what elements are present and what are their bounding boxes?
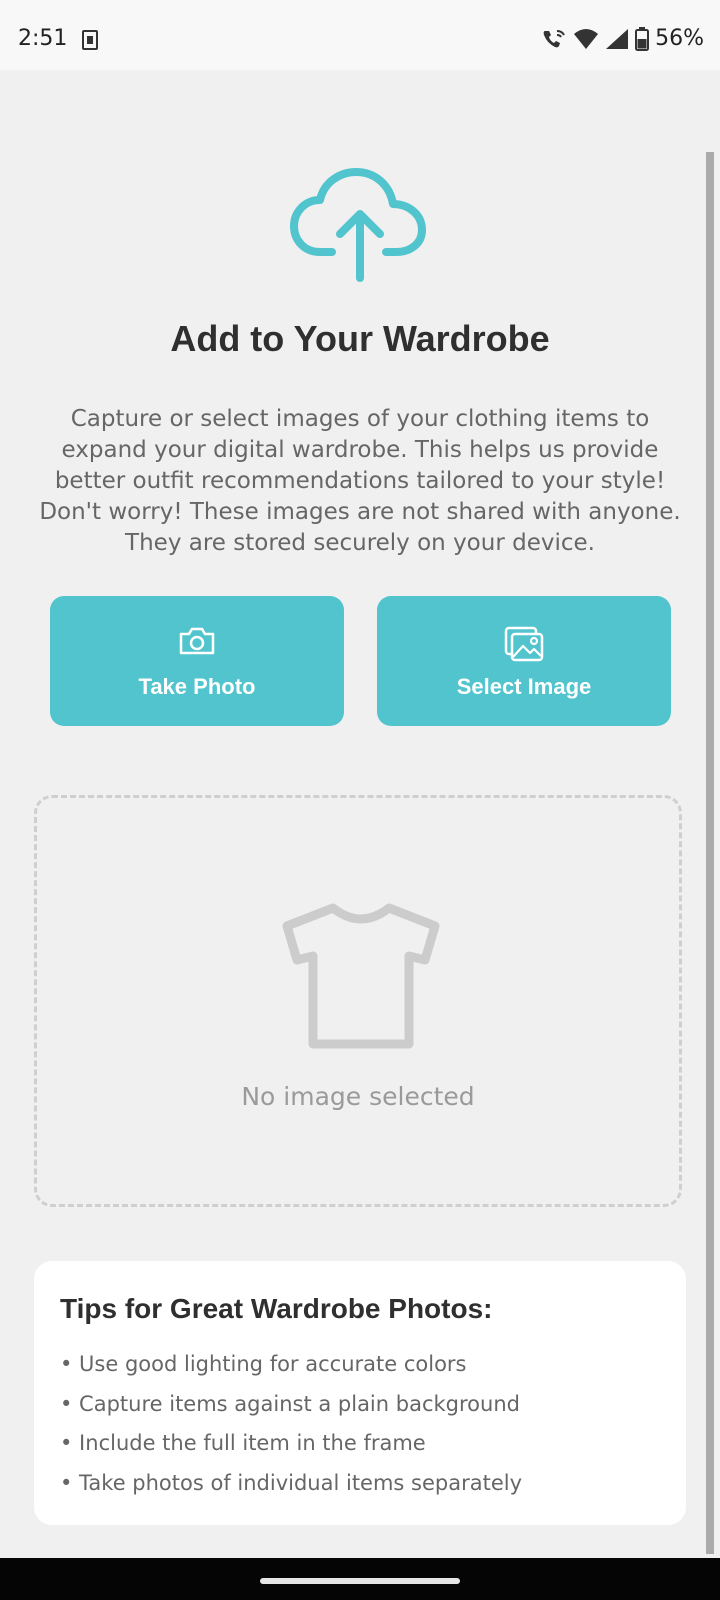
tips-list: • Use good lighting for accurate colors …	[60, 1345, 522, 1503]
page-description: Capture or select images of your clothin…	[39, 406, 681, 556]
navigation-bar	[0, 1558, 720, 1600]
image-preview-area: No image selected	[34, 795, 682, 1207]
camera-icon	[179, 627, 215, 655]
take-photo-button[interactable]: Take Photo	[50, 596, 344, 726]
tip-item: • Use good lighting for accurate colors	[60, 1352, 467, 1376]
tip-item: • Capture items against a plain backgrou…	[60, 1391, 520, 1416]
no-image-text: No image selected	[241, 1082, 475, 1111]
status-indicators: 56%	[541, 26, 704, 51]
page-title: Add to Your Wardrobe	[170, 318, 550, 359]
sim-card-icon	[82, 30, 98, 50]
tips-title: Tips for Great Wardrobe Photos:	[60, 1293, 493, 1324]
gallery-icon	[504, 626, 544, 662]
tip-item: • Take photos of individual items separa…	[60, 1470, 523, 1495]
select-image-label: Select Image	[456, 674, 592, 699]
select-image-button[interactable]: Select Image	[377, 596, 671, 726]
status-time: 2:51	[18, 26, 68, 51]
take-photo-label: Take Photo	[138, 674, 256, 699]
wifi-icon	[574, 28, 599, 49]
battery-icon	[635, 26, 650, 51]
tips-card: Tips for Great Wardrobe Photos: • Use go…	[34, 1261, 686, 1525]
status-bar: 2:51 56%	[0, 0, 720, 70]
scrollbar[interactable]	[706, 152, 714, 1554]
battery-percent: 56%	[655, 26, 704, 51]
home-gesture-handle[interactable]	[260, 1578, 460, 1584]
signal-icon	[606, 28, 629, 49]
wifi-calling-icon	[543, 29, 565, 47]
tshirt-icon	[282, 903, 440, 1049]
tip-item: • Include the full item in the frame	[60, 1431, 426, 1455]
cloud-upload-icon	[290, 168, 426, 282]
